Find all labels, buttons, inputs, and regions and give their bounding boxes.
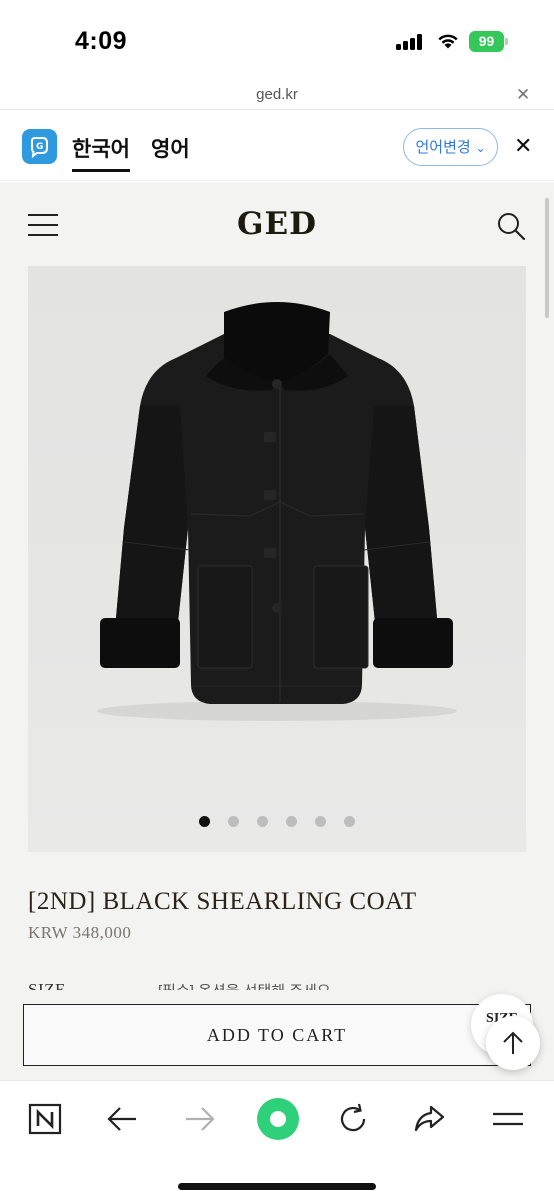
back-arrow-icon[interactable] <box>104 1101 144 1141</box>
arrow-up-icon <box>503 1031 523 1054</box>
menu-icon[interactable] <box>490 1101 530 1141</box>
size-label: SIZE <box>28 980 66 990</box>
url-text[interactable]: ged.kr <box>0 86 554 103</box>
status-time: 4:09 <box>75 27 128 55</box>
green-dot-icon[interactable] <box>256 1097 300 1141</box>
site-page: GED [2ND] BLACK SHEARLING COAT KRW 348,0… <box>0 182 554 1080</box>
carousel-dot[interactable] <box>315 816 326 827</box>
url-bar[interactable]: ged.kr ✕ <box>0 80 554 110</box>
change-language-label: 언어변경 <box>415 138 471 156</box>
battery-icon: 99 <box>469 31 509 52</box>
close-icon[interactable]: ✕ <box>516 85 530 105</box>
carousel-dot[interactable] <box>199 816 210 827</box>
site-logo[interactable]: GED <box>0 206 554 242</box>
carousel-dots[interactable] <box>28 814 526 832</box>
home-indicator[interactable] <box>178 1183 376 1190</box>
shearling-coat-image <box>97 302 457 721</box>
carousel-dot[interactable] <box>228 816 239 827</box>
browser-toolbar <box>0 1080 554 1200</box>
status-bar: 4:09 99 <box>0 0 554 80</box>
translate-bar: G 한국어 영어 언어변경 ⌄ ✕ <box>0 111 554 181</box>
share-icon[interactable] <box>411 1101 451 1141</box>
scroll-to-top-button[interactable] <box>486 1016 540 1070</box>
svg-text:G: G <box>36 142 43 152</box>
carousel-dot[interactable] <box>257 816 268 827</box>
forward-arrow-icon[interactable] <box>182 1101 222 1141</box>
scrollbar[interactable] <box>545 198 549 318</box>
carousel-dot[interactable] <box>286 816 297 827</box>
papago-translate-icon: G <box>22 129 57 164</box>
product-price: KRW 348,000 <box>28 923 132 942</box>
tab-korean[interactable]: 한국어 <box>72 133 130 172</box>
chevron-down-icon: ⌄ <box>475 141 486 155</box>
search-icon[interactable] <box>496 211 526 241</box>
tab-english[interactable]: 영어 <box>151 133 190 163</box>
wifi-icon <box>438 34 458 49</box>
product-image[interactable] <box>28 266 526 852</box>
carousel-dot[interactable] <box>344 816 355 827</box>
size-note: [필수] 옵션을 선택해 주세요 <box>158 980 331 990</box>
battery-level: 99 <box>469 31 504 52</box>
translate-close-icon[interactable]: ✕ <box>514 133 532 159</box>
naver-icon[interactable] <box>27 1101 67 1141</box>
product-title: [2ND] BLACK SHEARLING COAT <box>28 888 417 915</box>
add-to-cart-button[interactable]: ADD TO CART <box>23 1004 531 1066</box>
cellular-signal-icon <box>396 34 424 50</box>
reload-icon[interactable] <box>335 1101 375 1141</box>
change-language-button[interactable]: 언어변경 ⌄ <box>403 128 498 166</box>
